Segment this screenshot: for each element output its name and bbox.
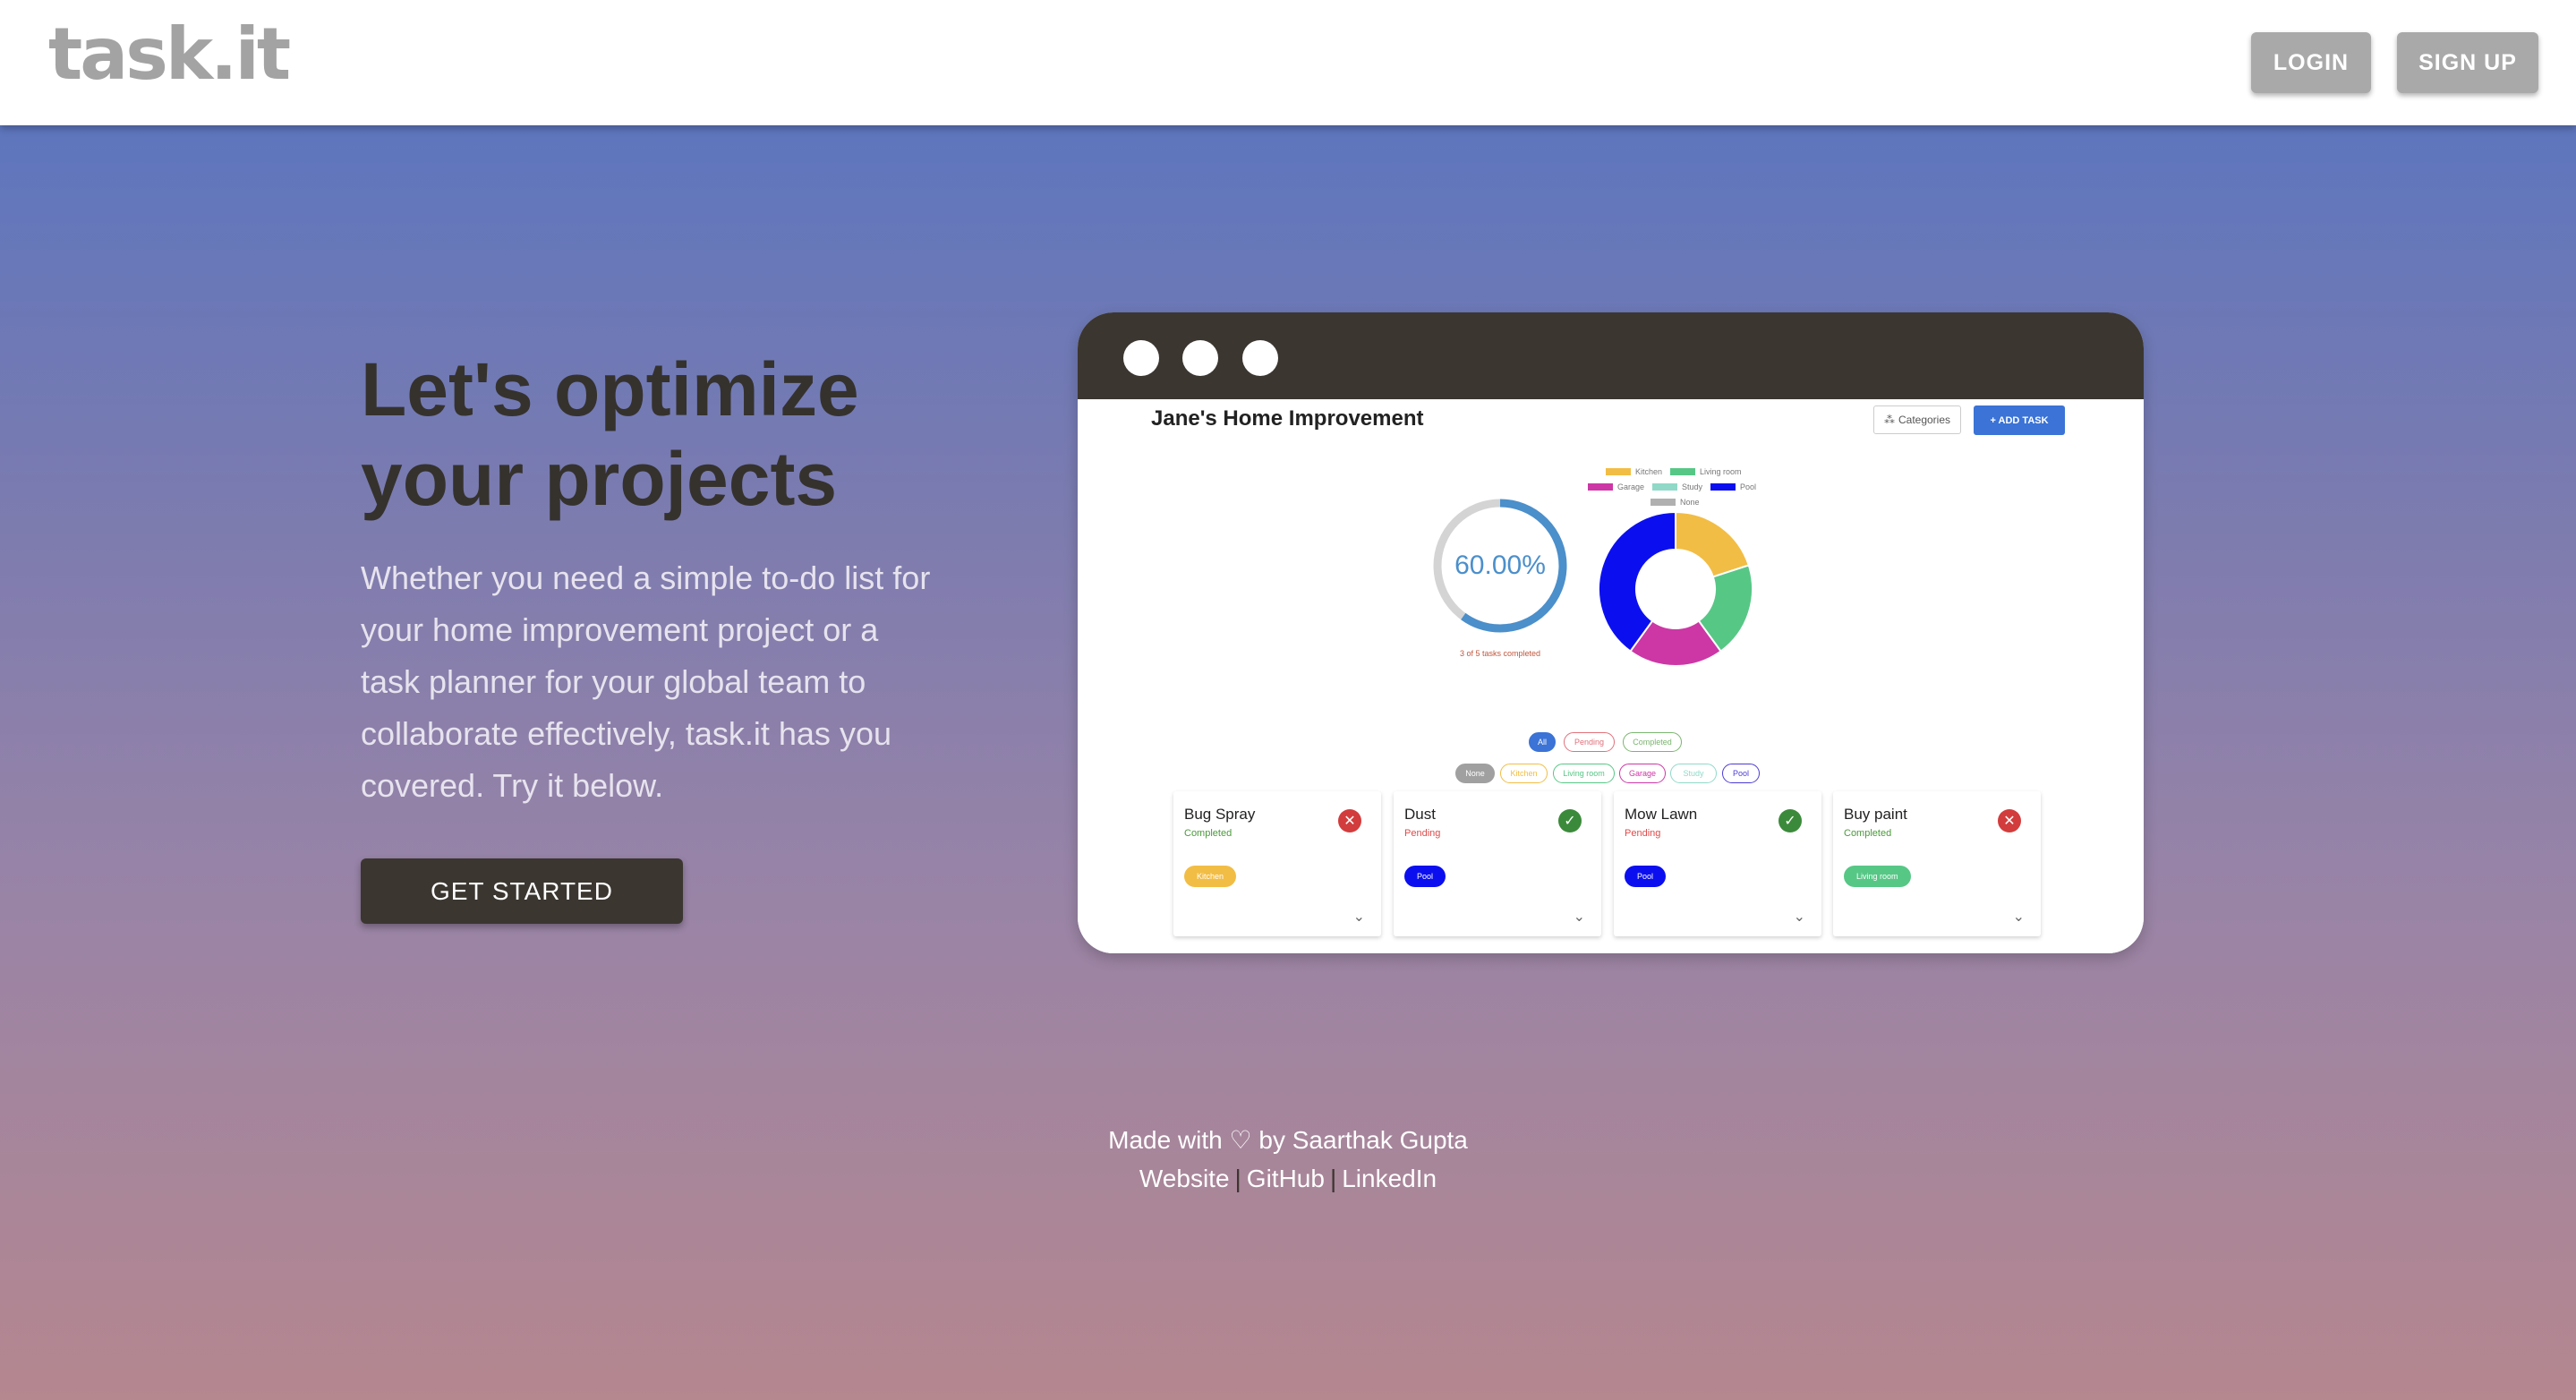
task-card[interactable]: Dust Pending ✓ Pool ⌄ <box>1394 791 1601 936</box>
hero-description: Whether you need a simple to-do list for… <box>361 559 931 804</box>
top-navbar: task.it LOGIN SIGN UP <box>0 0 2576 125</box>
legend-label: Living room <box>1700 467 1742 476</box>
status-filter-completed[interactable]: Completed <box>1623 732 1682 752</box>
task-category-tag: Pool <box>1404 866 1446 887</box>
category-filter-living-room[interactable]: Living room <box>1553 764 1615 783</box>
category-filter-pool[interactable]: Pool <box>1722 764 1760 783</box>
task-category-tag: Kitchen <box>1184 866 1237 887</box>
close-icon[interactable]: ✕ <box>1338 809 1361 832</box>
legend-swatch-pool <box>1710 483 1736 491</box>
category-filter-kitchen[interactable]: Kitchen <box>1500 764 1548 783</box>
legend-label: Garage <box>1617 482 1645 491</box>
footer-separator: | <box>1234 1165 1241 1192</box>
task-card[interactable]: Buy paint Completed ✕ Living room ⌄ <box>1833 791 2041 936</box>
categories-button[interactable]: ⁂ Categories <box>1873 405 1961 434</box>
chevron-down-icon[interactable]: ⌄ <box>1574 908 1585 926</box>
task-card[interactable]: Bug Spray Completed ✕ Kitchen ⌄ <box>1173 791 1381 936</box>
legend-swatch-none <box>1651 499 1676 506</box>
task-card[interactable]: Mow Lawn Pending ✓ Pool ⌄ <box>1614 791 1821 936</box>
task-status: Pending <box>1404 828 1441 839</box>
footer-link-github[interactable]: GitHub <box>1247 1165 1325 1192</box>
chevron-down-icon[interactable]: ⌄ <box>2013 908 2025 926</box>
progress-subtext: 3 of 5 tasks completed <box>1459 649 1541 658</box>
footer-link-linkedin[interactable]: LinkedIn <box>1342 1165 1437 1192</box>
category-filter-study[interactable]: Study <box>1670 764 1717 783</box>
donut-slice-kitchen <box>1675 510 1751 578</box>
task-title: Dust <box>1404 806 1436 823</box>
close-icon[interactable]: ✕ <box>1998 809 2021 832</box>
status-filter-pending[interactable]: Pending <box>1564 732 1615 752</box>
check-icon[interactable]: ✓ <box>1558 809 1582 832</box>
legend-swatch-study <box>1652 483 1678 491</box>
hero-title: Let's optimize your projects <box>361 347 859 521</box>
logo[interactable]: task.it <box>48 13 291 96</box>
window-dot <box>1242 340 1278 376</box>
legend-label: Study <box>1682 482 1703 491</box>
legend-row-1: Kitchen Living room <box>1606 467 1742 476</box>
window-dot <box>1182 340 1218 376</box>
task-category-tag: Pool <box>1625 866 1667 887</box>
add-task-button[interactable]: + ADD TASK <box>1974 405 2065 435</box>
signup-button[interactable]: SIGN UP <box>2397 32 2538 93</box>
legend-label: Pool <box>1740 482 1757 491</box>
task-category-tag: Living room <box>1844 866 1911 887</box>
footer: Made with ♡ by Saarthak Gupta Website | Gi… <box>0 1121 2576 1198</box>
window-dot <box>1123 340 1159 376</box>
footer-link-website[interactable]: Website <box>1139 1165 1230 1192</box>
demo-browser-window: Jane's Home Improvement ⁂ Categories + A… <box>1078 312 2144 953</box>
progress-percent: 60.00% <box>1454 551 1546 580</box>
legend-row-2: Garage Study Pool <box>1588 482 1756 491</box>
task-title: Buy paint <box>1844 806 1907 823</box>
progress-ring: 60.00% <box>1430 496 1570 636</box>
legend-swatch-garage <box>1588 483 1613 491</box>
footer-links: Website | GitHub | LinkedIn <box>0 1159 2576 1198</box>
footer-separator: | <box>1329 1165 1337 1192</box>
project-title: Jane's Home Improvement <box>1151 406 1424 431</box>
chevron-down-icon[interactable]: ⌄ <box>1353 908 1365 926</box>
get-started-button[interactable]: GET STARTED <box>361 858 683 924</box>
status-filter-all[interactable]: All <box>1529 732 1556 752</box>
legend-swatch-kitchen <box>1606 468 1631 475</box>
footer-credit: Made with ♡ by Saarthak Gupta <box>1108 1126 1468 1154</box>
legend-label: None <box>1680 498 1700 507</box>
login-button[interactable]: LOGIN <box>2251 32 2371 93</box>
task-status: Completed <box>1844 828 1892 839</box>
task-status: Completed <box>1184 828 1233 839</box>
check-icon[interactable]: ✓ <box>1778 809 1802 832</box>
task-title: Bug Spray <box>1184 806 1256 823</box>
category-filter-garage[interactable]: Garage <box>1619 764 1666 783</box>
category-filter-none[interactable]: None <box>1455 764 1495 783</box>
chevron-down-icon[interactable]: ⌄ <box>1794 908 1805 926</box>
browser-title-bar <box>1078 312 2144 399</box>
legend-label: Kitchen <box>1635 467 1663 476</box>
legend-row-3: None <box>1651 498 1700 507</box>
legend-swatch-living-room <box>1670 468 1696 475</box>
categories-icon: ⁂ <box>1883 414 1895 426</box>
task-status: Pending <box>1625 828 1661 839</box>
category-donut-chart <box>1598 510 1753 667</box>
demo-app: Jane's Home Improvement ⁂ Categories + A… <box>1078 399 2144 953</box>
task-title: Mow Lawn <box>1625 806 1698 823</box>
categories-label: Categories <box>1898 414 1951 426</box>
